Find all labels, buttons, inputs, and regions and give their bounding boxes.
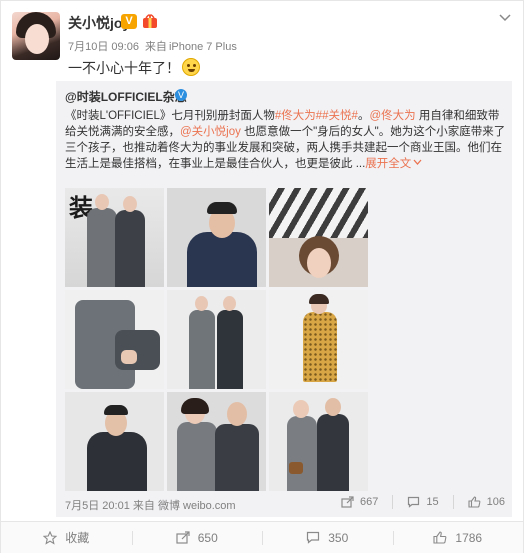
favorite-button[interactable]: 收藏 (1, 522, 132, 553)
repost-share-button[interactable]: 667 (341, 495, 378, 509)
repost-text-2: 。 (357, 110, 370, 122)
chevron-down-icon[interactable] (413, 159, 422, 166)
share-count: 650 (197, 530, 218, 545)
mention-2[interactable]: @关小悦joy (180, 126, 241, 138)
avatar[interactable] (12, 12, 60, 60)
repost-source-prefix: 来自 (132, 500, 155, 512)
topic-tag-2[interactable]: #关悦# (322, 110, 358, 122)
photo-thumbnail[interactable] (167, 290, 266, 389)
photo-thumbnail[interactable] (65, 392, 164, 491)
repost-text-1: 《时装L'OFFICIEL》七月刊别册封面人物 (65, 110, 275, 122)
like-button[interactable]: 1786 (392, 522, 524, 553)
comment-icon (408, 496, 420, 508)
repost-block: @时装LOFFICIEL杂志 V 《时装L'OFFICIEL》七月刊别册封面人物… (56, 81, 512, 517)
repost-meta: 7月5日 20:01 来自 微博 weibo.com (65, 497, 236, 513)
repost-author[interactable]: @时装LOFFICIEL杂志 (65, 88, 187, 105)
repost-comment-count: 15 (426, 496, 439, 508)
share-icon (341, 496, 354, 508)
thumbs-up-icon (433, 531, 447, 544)
photo-thumbnail[interactable] (65, 290, 164, 389)
comment-button[interactable]: 350 (262, 522, 393, 553)
comment-icon (307, 531, 320, 544)
share-icon (176, 531, 190, 544)
post-toolbar: 收藏 650 350 1786 (1, 521, 523, 553)
star-icon (43, 530, 58, 545)
post-source[interactable]: iPhone 7 Plus (169, 41, 237, 53)
divider (452, 495, 454, 509)
repost-actions: 667 15 106 (327, 495, 505, 509)
post-text: 一不小心十年了！ (68, 58, 200, 78)
photo-thumbnail[interactable] (167, 392, 266, 491)
topic-tag-1[interactable]: #佟大为# (275, 110, 322, 122)
avatar-face (25, 24, 49, 54)
photo-thumbnail[interactable] (269, 188, 368, 287)
thumbs-up-icon (468, 496, 481, 508)
vip-badge-icon[interactable]: V (121, 14, 137, 29)
mention-1[interactable]: @佟大为 (369, 110, 415, 122)
member-badge-icon[interactable] (142, 13, 158, 29)
repost-like-button[interactable]: 106 (468, 495, 505, 509)
photo-grid: 装 (65, 188, 368, 491)
repost-share-count: 667 (360, 496, 379, 508)
photo-thumbnail[interactable] (269, 290, 368, 389)
photo-thumbnail[interactable] (167, 188, 266, 287)
post-text-content: 一不小心十年了！ (68, 60, 180, 76)
share-button[interactable]: 650 (131, 522, 263, 553)
repost-comment-button[interactable]: 15 (407, 495, 439, 509)
repost-like-count: 106 (486, 496, 505, 508)
like-count: 1786 (455, 530, 483, 545)
post-source-prefix: 来自 (144, 41, 167, 53)
comment-count: 350 (328, 530, 349, 545)
thinking-emoji-icon (182, 58, 200, 76)
photo-thumbnail[interactable] (269, 392, 368, 491)
repost-body: 《时装L'OFFICIEL》七月刊别册封面人物#佟大为##关悦#。@佟大为 用自… (65, 108, 507, 172)
post-timestamp[interactable]: 7月10日 09:06 (68, 41, 139, 53)
repost-date[interactable]: 7月5日 20:01 (65, 500, 130, 512)
photo-thumbnail[interactable]: 装 (65, 188, 164, 287)
chevron-down-icon[interactable] (498, 11, 512, 25)
post-meta: 7月10日 09:06 来自 iPhone 7 Plus (68, 38, 243, 54)
expand-full-text-link[interactable]: 展开全文 (365, 158, 411, 170)
verified-icon: V (175, 89, 187, 101)
divider (392, 495, 394, 509)
weibo-post-card: 关小悦joy V 7月10日 09:06 来自 iPhone 7 Plus 一不小心… (0, 0, 524, 553)
repost-source[interactable]: 微博 weibo.com (158, 500, 236, 512)
favorite-label: 收藏 (65, 531, 90, 545)
